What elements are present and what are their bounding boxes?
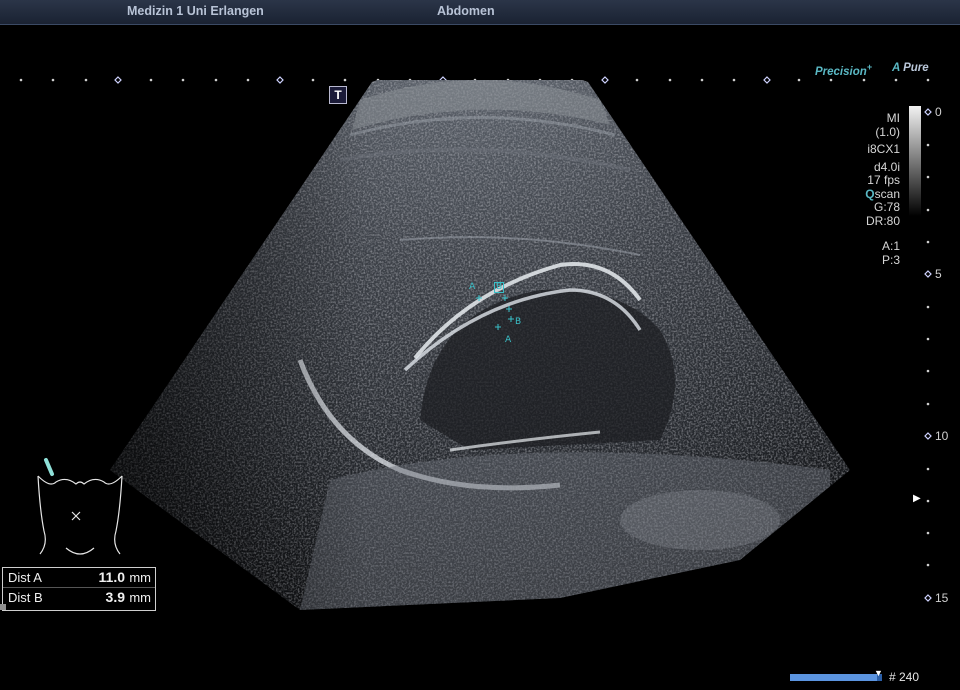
frame-counter: # 240 (889, 670, 920, 684)
depth-label-5: 5 (935, 267, 942, 281)
body-outline-icon (37, 458, 123, 555)
measurement-value: 3.9 (105, 589, 125, 605)
caliper-label-b: B (494, 282, 505, 293)
caliper-label-b-end: B (515, 317, 522, 327)
caliper-label-a: A (469, 282, 476, 292)
gain-value: G:78 (873, 200, 900, 214)
measurement-unit: mm (129, 590, 151, 605)
caliper-label-a-end: A (505, 335, 512, 345)
param-a: A:1 (881, 239, 900, 253)
measurement-corner-marker (0, 604, 6, 610)
cine-position-marker-icon[interactable]: ▼ (874, 668, 883, 678)
depth-label-0: 0 (935, 105, 942, 119)
measurement-label: Dist B (8, 590, 43, 605)
transducer-name: i8CX1 (867, 142, 900, 156)
measurement-unit: mm (129, 570, 151, 585)
cine-progress-fill (790, 674, 878, 681)
grey-map-bar (909, 106, 921, 216)
mi-label: MI (886, 111, 900, 125)
frame-rate: 17 fps (867, 173, 900, 187)
qscan-indicator: Qscan (865, 186, 900, 201)
param-p: P:3 (881, 252, 900, 267)
focus-marker-icon[interactable]: ▶ (913, 493, 921, 504)
measurement-value: 11.0 (98, 569, 125, 585)
measurement-row[interactable]: Dist B 3.9 mm (3, 587, 155, 607)
measurement-row[interactable]: Dist A 11.0 mm (3, 568, 155, 587)
mi-value: (1.0) (875, 124, 900, 139)
measurement-label: Dist A (8, 570, 42, 585)
measurement-results: Dist A 11.0 mm Dist B 3.9 mm (2, 567, 156, 611)
depth-label-10: 10 (935, 429, 949, 443)
imaging-parameters: MI (1.0) i8CX1 d4.0i 17 fps Qscan G:78 D… (865, 111, 900, 267)
dynamic-range: DR:80 (865, 213, 900, 228)
depth-mode: d4.0i (873, 159, 900, 174)
cine-progress-bar[interactable] (790, 674, 882, 681)
depth-label-15: 15 (935, 591, 949, 605)
probe-position-icon (44, 458, 54, 476)
